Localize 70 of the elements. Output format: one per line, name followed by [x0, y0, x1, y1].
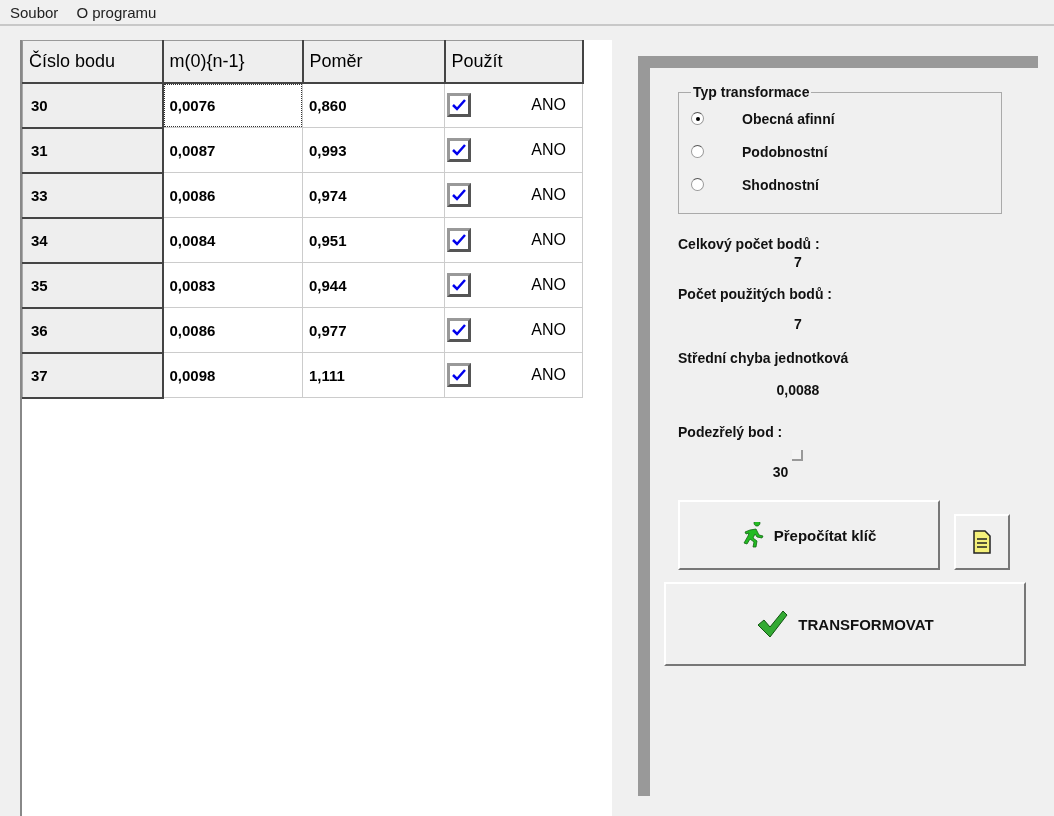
checkmark-icon [452, 99, 466, 112]
table-cell: 0,944 [302, 262, 445, 308]
document-icon [972, 530, 992, 554]
table-cell[interactable]: 0,0076 [162, 82, 303, 128]
table-cell[interactable]: 0,0083 [162, 262, 303, 308]
row-header[interactable]: 36 [22, 307, 163, 353]
table-cell[interactable]: 0,0086 [162, 172, 303, 218]
checkmark-icon [452, 144, 466, 156]
table-cell: 0,993 [302, 127, 445, 173]
menu-item[interactable]: Soubor [10, 3, 59, 21]
column-header[interactable]: m(0){n-1} [162, 40, 303, 83]
table-cell: 0,860 [302, 82, 445, 128]
checkbox[interactable] [447, 183, 471, 207]
spin-handle-icon[interactable] [792, 450, 804, 461]
table-cell-text: ANO [531, 321, 567, 339]
radio-label: Obecná afinní [742, 110, 835, 127]
table-cell: 0,974 [302, 172, 445, 218]
table-cell[interactable]: 0,0087 [162, 127, 303, 173]
stat-label: Střední chyba jednotková [678, 350, 850, 366]
table-cell-text: ANO [531, 366, 567, 384]
document-button[interactable] [954, 514, 1010, 570]
stat-value: 7 [793, 316, 803, 332]
checkbox[interactable] [447, 93, 471, 118]
row-header[interactable]: 31 [22, 127, 163, 173]
column-header[interactable]: Číslo bodu [22, 40, 163, 83]
radio-label: Shodnostní [742, 176, 819, 193]
stat-label: Počet použitých bodů : [678, 286, 833, 302]
table-cell-text: ANO [531, 141, 567, 159]
checkmark-icon [452, 189, 466, 201]
table-cell: 1,111 [302, 352, 445, 398]
row-header[interactable]: 35 [22, 262, 163, 308]
radio-button[interactable] [691, 112, 704, 125]
group-title: Typ transformace [692, 84, 811, 100]
checkbox[interactable] [447, 273, 471, 297]
checkbox[interactable] [447, 318, 471, 342]
stat-value: 0,0088 [775, 382, 821, 398]
stat-label: Celkový počet bodů : [678, 236, 821, 252]
running-man-icon [741, 522, 764, 548]
radio-button[interactable] [691, 178, 704, 191]
checkmark-icon [452, 279, 466, 291]
table-cell-text: ANO [531, 276, 567, 294]
row-header[interactable]: 34 [22, 217, 163, 263]
row-header[interactable]: 33 [22, 172, 163, 218]
checkbox[interactable] [447, 363, 471, 387]
table-cell-text: ANO [531, 231, 567, 249]
column-header[interactable]: Poměr [302, 40, 445, 83]
suspect-label: Podezřelý bod : [678, 424, 784, 440]
suspect-value: 30 [772, 464, 789, 480]
checkmark-icon [452, 369, 466, 381]
table-cell-text: ANO [531, 96, 567, 115]
recalculate-button[interactable]: Přepočítat klíč [678, 500, 940, 570]
radio-label: Podobnostní [742, 143, 828, 160]
row-header[interactable]: 37 [22, 352, 163, 398]
table-cell-text: ANO [531, 186, 567, 204]
column-header[interactable]: Použít [444, 40, 583, 83]
stat-value: 7 [793, 254, 803, 270]
checkmark-icon [756, 608, 789, 640]
table-cell[interactable]: 0,0086 [162, 307, 303, 353]
checkmark-icon [452, 234, 466, 246]
checkmark-icon [452, 324, 466, 336]
transform-button[interactable]: TRANSFORMOVAT [664, 582, 1026, 666]
checkbox[interactable] [447, 138, 471, 162]
table-cell: 0,977 [302, 307, 445, 353]
table-cell: 0,951 [302, 217, 445, 263]
table-cell[interactable]: 0,0084 [162, 217, 303, 263]
row-header[interactable]: 30 [22, 82, 163, 128]
menu-item[interactable]: O programu [76, 3, 157, 21]
radio-button[interactable] [691, 145, 704, 158]
table-cell[interactable]: 0,0098 [162, 352, 303, 398]
checkbox[interactable] [447, 228, 471, 252]
